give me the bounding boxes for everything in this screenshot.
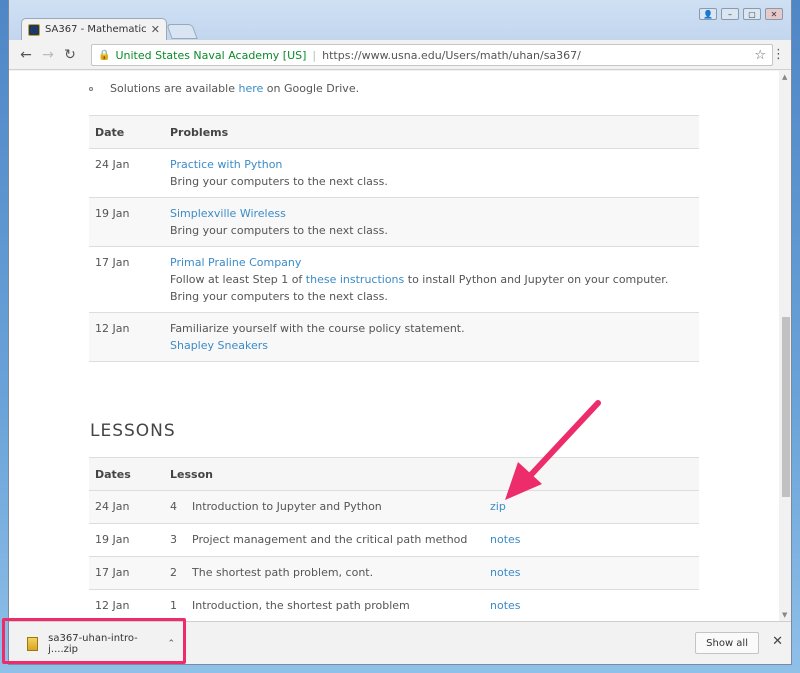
row-date: 17 Jan: [89, 246, 164, 313]
lesson-title: Introduction to Jupyter and Python: [186, 490, 484, 524]
profile-icon[interactable]: 👤: [699, 8, 717, 20]
vertical-scrollbar[interactable]: ▲ ▼: [779, 71, 791, 621]
reload-icon[interactable]: ↻: [59, 47, 81, 63]
problem-link[interactable]: Shapley Sneakers: [170, 339, 268, 352]
tab-title: SA367 - Mathematical M: [45, 24, 147, 35]
solutions-suffix: on Google Drive.: [263, 82, 360, 95]
lesson-date: 17 Jan: [89, 556, 164, 590]
url-text: https://www.usna.edu/Users/math/uhan/sa3…: [322, 48, 581, 62]
page-content: Solutions are available here on Google D…: [9, 71, 779, 621]
problems-table: Date Problems 24 Jan Practice with Pytho…: [89, 115, 699, 362]
table-row: 12 Jan Familiarize yourself with the cou…: [89, 312, 699, 362]
solutions-prefix: Solutions are available: [110, 82, 239, 95]
new-tab-button[interactable]: [166, 24, 198, 39]
lesson-number: 2: [164, 556, 186, 590]
lesson-date: 19 Jan: [89, 523, 164, 557]
scroll-down-icon[interactable]: ▼: [782, 611, 787, 619]
lesson-title: Introduction, the shortest path problem: [186, 589, 484, 621]
browser-toolbar: ← → ↻ 🔒 United States Naval Academy [US]…: [9, 40, 791, 70]
lesson-date: 12 Jan: [89, 589, 164, 621]
address-separator: |: [312, 48, 317, 62]
scroll-up-icon[interactable]: ▲: [782, 73, 787, 81]
lessons-heading: LESSONS: [90, 421, 176, 441]
lesson-number: 4: [164, 490, 186, 524]
table-row: 24 Jan Practice with Python Bring your co…: [89, 148, 699, 198]
tab-close-icon[interactable]: ✕: [151, 23, 160, 36]
site-identity: United States Naval Academy [US]: [115, 48, 307, 62]
row-date: 12 Jan: [89, 312, 164, 362]
problem-link[interactable]: Practice with Python: [170, 158, 282, 171]
close-window-button[interactable]: ✕: [765, 8, 783, 20]
problem-note: Familiarize yourself with the course pol…: [170, 322, 465, 335]
lesson-title: The shortest path problem, cont.: [186, 556, 484, 590]
header-lesson: Lesson: [164, 457, 699, 491]
problem-link[interactable]: Primal Praline Company: [170, 256, 301, 269]
scroll-thumb[interactable]: [782, 317, 790, 497]
table-row: 24 Jan 4 Introduction to Jupyter and Pyt…: [89, 490, 699, 524]
back-arrow-icon[interactable]: ←: [15, 47, 37, 63]
forward-arrow-icon[interactable]: →: [37, 47, 59, 63]
lesson-zip-link[interactable]: zip: [490, 500, 506, 513]
instructions-link[interactable]: these instructions: [306, 273, 404, 286]
problem-note: Follow at least Step 1 of: [170, 273, 306, 286]
browser-menu-icon[interactable]: ⋮: [772, 47, 785, 62]
maximize-button[interactable]: ▢: [743, 8, 761, 20]
usna-favicon-icon: [28, 23, 40, 36]
lesson-notes-link[interactable]: notes: [490, 533, 521, 546]
row-date: 19 Jan: [89, 197, 164, 247]
close-shelf-icon[interactable]: ✕: [772, 634, 783, 649]
table-row: 19 Jan Simplexville Wireless Bring your c…: [89, 197, 699, 247]
lessons-table: Dates Lesson 24 Jan 4 Introduction to Ju…: [89, 457, 699, 621]
bullet-icon: [89, 87, 93, 91]
lock-icon: 🔒: [98, 49, 111, 61]
header-date: Date: [89, 115, 164, 149]
solutions-line: Solutions are available here on Google D…: [89, 82, 359, 95]
tab-strip: SA367 - Mathematical M ✕ 👤 – ▢ ✕: [9, 0, 791, 40]
show-all-button[interactable]: Show all: [695, 632, 759, 654]
table-row: 12 Jan 1 Introduction, the shortest path…: [89, 589, 699, 621]
lesson-notes-link[interactable]: notes: [490, 566, 521, 579]
header-dates: Dates: [89, 457, 164, 491]
header-problems: Problems: [164, 115, 699, 149]
bookmark-star-icon[interactable]: ☆: [754, 48, 766, 63]
browser-window: SA367 - Mathematical M ✕ 👤 – ▢ ✕ ← → ↻ 🔒…: [8, 0, 792, 665]
table-row: 17 Jan Primal Praline Company Follow at l…: [89, 246, 699, 313]
lesson-date: 24 Jan: [89, 490, 164, 524]
lesson-notes-link[interactable]: notes: [490, 599, 521, 612]
row-date: 24 Jan: [89, 148, 164, 198]
problem-link[interactable]: Simplexville Wireless: [170, 207, 286, 220]
lesson-number: 1: [164, 589, 186, 621]
tab-active[interactable]: SA367 - Mathematical M ✕: [21, 18, 167, 40]
lesson-number: 3: [164, 523, 186, 557]
address-bar[interactable]: 🔒 United States Naval Academy [US] | htt…: [91, 44, 773, 66]
solutions-here-link[interactable]: here: [238, 82, 263, 95]
lesson-title: Project management and the critical path…: [186, 523, 484, 557]
table-row: 19 Jan 3 Project management and the crit…: [89, 523, 699, 557]
problem-note: Bring your computers to the next class.: [170, 224, 388, 237]
minimize-button[interactable]: –: [721, 8, 739, 20]
table-row: 17 Jan 2 The shortest path problem, cont…: [89, 556, 699, 590]
problem-note: Bring your computers to the next class.: [170, 175, 388, 188]
download-highlight-box: [2, 618, 186, 664]
